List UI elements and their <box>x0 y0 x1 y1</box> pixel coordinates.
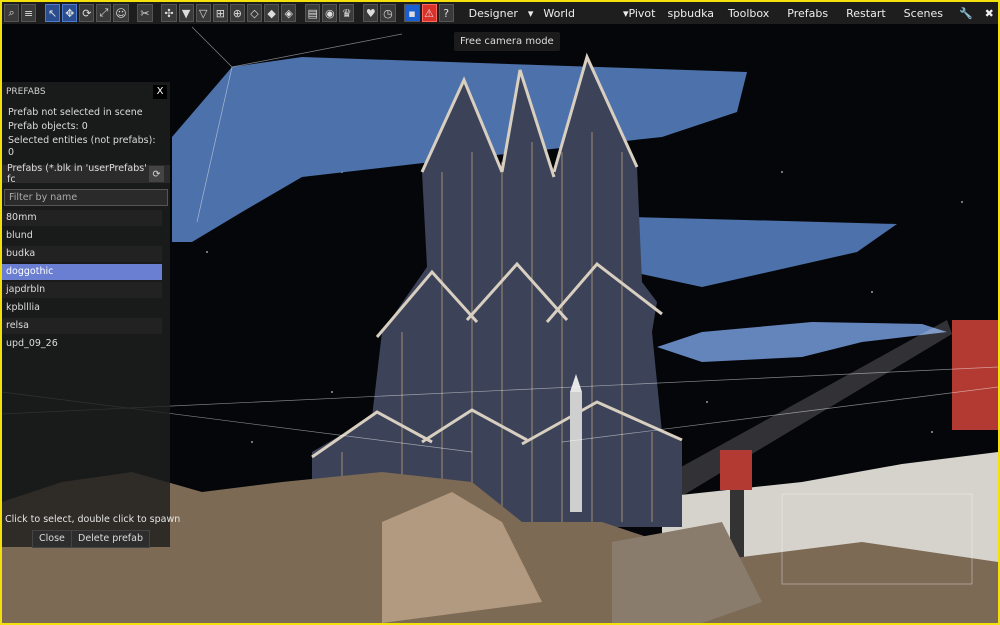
compass-icon[interactable]: ◈ <box>281 4 297 22</box>
menu-icon[interactable]: ≡ <box>21 4 37 22</box>
document-icon[interactable]: ▤ <box>305 4 321 22</box>
heart-icon[interactable]: ♥ <box>363 4 379 22</box>
wrench-icon[interactable]: 🔧 <box>953 7 979 20</box>
prefab-list: 80mm blund budka doggothic japdrbln kpbl… <box>2 210 170 352</box>
blue-square-icon[interactable]: ▪ <box>404 4 420 22</box>
list-item[interactable]: relsa <box>2 318 162 334</box>
delete-prefab-button[interactable]: Delete prefab <box>71 530 151 548</box>
menu-prefabs[interactable]: Prefabs <box>779 7 836 20</box>
pivot-dropdown[interactable]: ▾Pivot <box>583 7 662 20</box>
select-icon[interactable]: ↖ <box>45 4 61 22</box>
smiley-icon[interactable]: ☺ <box>113 4 129 22</box>
designer-dropdown[interactable]: Designer <box>463 7 524 20</box>
chevron-down-icon[interactable]: ▾ <box>526 7 536 20</box>
diamond-outline-icon[interactable]: ◇ <box>246 4 263 22</box>
scale-icon[interactable]: ⤢ <box>96 4 112 22</box>
close-button[interactable]: Close <box>32 530 72 548</box>
list-item[interactable]: blund <box>2 228 162 244</box>
timer-icon[interactable]: ◷ <box>380 4 396 22</box>
eye-icon[interactable]: ◉ <box>322 4 338 22</box>
snap-icon[interactable]: ✣ <box>161 4 177 22</box>
triangle-outline-icon[interactable]: ▽ <box>195 4 211 22</box>
prefabs-path-row: Prefabs (*.blk in 'userPrefabs' fc ⟳ <box>2 163 170 185</box>
diamond-icon[interactable]: ◆ <box>264 4 280 22</box>
menu-scenes[interactable]: Scenes <box>896 7 951 20</box>
camera-mode-tooltip: Free camera mode <box>454 32 560 51</box>
crown-icon[interactable]: ♛ <box>339 4 355 22</box>
target-icon[interactable]: ⊕ <box>229 4 245 22</box>
rotate-icon[interactable]: ⟳ <box>79 4 95 22</box>
list-item[interactable]: upd_09_26 <box>2 336 162 352</box>
list-item[interactable]: 80mm <box>2 210 162 226</box>
panel-title: PREFABS <box>6 87 46 97</box>
prefab-status: Prefab not selected in scene <box>8 107 143 118</box>
budka-label: spbudka <box>667 6 715 20</box>
menu-restart[interactable]: Restart <box>838 7 894 20</box>
list-item[interactable]: japdrbln <box>2 282 162 298</box>
refresh-icon[interactable]: ⟳ <box>149 166 164 182</box>
grid-icon[interactable]: ⊞ <box>212 4 228 22</box>
spawn-hint: Click to select, double click to spawn <box>5 514 181 525</box>
menu-toolbox[interactable]: Toolbox <box>720 7 777 20</box>
move-icon[interactable]: ✥ <box>62 4 78 22</box>
search-icon[interactable]: ⌕ <box>4 4 20 22</box>
close-icon[interactable]: ✖ <box>981 7 998 20</box>
list-item[interactable]: budka <box>2 246 162 262</box>
help-icon[interactable]: ? <box>438 4 454 22</box>
world-selector[interactable]: World <box>537 7 581 20</box>
top-toolbar: ⌕ ≡ ↖ ✥ ⟳ ⤢ ☺ ✂ ✣ ▼ ▽ ⊞ ⊕ ◇ ◆ ◈ ▤ ◉ ♛ ♥ … <box>2 2 998 24</box>
selected-entities-count: Selected entities (not prefabs): 0 <box>8 135 156 158</box>
warning-icon[interactable]: ⚠ <box>421 4 437 22</box>
list-item[interactable]: kpblllia <box>2 300 162 316</box>
filter-input[interactable] <box>4 189 168 206</box>
cut-icon[interactable]: ✂ <box>137 4 153 22</box>
prefabs-path-label: Prefabs (*.blk in 'userPrefabs' fc <box>7 163 147 185</box>
panel-close-icon[interactable]: X <box>153 85 167 99</box>
prefabs-panel: PREFABS X Prefab not selected in scene P… <box>2 82 170 547</box>
editor-window: ⌕ ≡ ↖ ✥ ⟳ ⤢ ☺ ✂ ✣ ▼ ▽ ⊞ ⊕ ◇ ◆ ◈ ▤ ◉ ♛ ♥ … <box>0 0 1000 625</box>
list-item-selected[interactable]: doggothic <box>2 264 162 280</box>
prefab-objects-count: Prefab objects: 0 <box>8 121 88 132</box>
triangle-down-icon[interactable]: ▼ <box>178 4 194 22</box>
